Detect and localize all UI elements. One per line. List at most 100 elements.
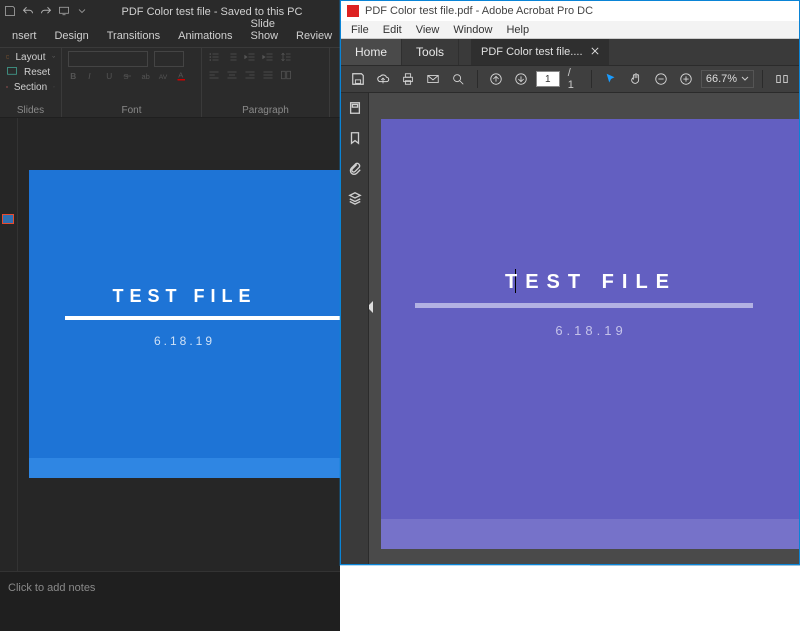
page-number-input[interactable] [536, 71, 560, 87]
strike-icon[interactable]: S [122, 70, 134, 85]
bullets-icon[interactable] [208, 51, 220, 66]
hand-tool-icon[interactable] [626, 68, 647, 90]
page-date: 6.18.19 [381, 323, 799, 338]
tab-design[interactable]: Design [46, 26, 96, 47]
font-name-combo[interactable] [68, 51, 148, 67]
redo-icon[interactable] [40, 5, 52, 20]
notes-placeholder: Click to add notes [8, 582, 95, 594]
reset-label: Reset [24, 67, 50, 78]
svg-text:I: I [88, 72, 91, 81]
align-right-icon[interactable] [244, 69, 256, 84]
start-slideshow-icon[interactable] [58, 5, 70, 20]
paragraph-group-label: Paragraph [208, 103, 323, 116]
menu-view[interactable]: View [410, 23, 446, 37]
page-title: TEST FILE [381, 271, 799, 294]
slide-band [29, 458, 340, 478]
columns-icon[interactable] [280, 69, 292, 84]
tab-insert[interactable]: nsert [4, 26, 44, 47]
svg-text:ab: ab [142, 72, 150, 81]
slide-title: TEST FILE [29, 286, 340, 307]
layers-panel-icon[interactable] [346, 189, 364, 207]
align-left-icon[interactable] [208, 69, 220, 84]
reset-button[interactable]: Reset [6, 66, 55, 78]
tab-review[interactable]: Review [288, 26, 340, 47]
ribbon-group-font: B I U S ab AV A Font [62, 48, 202, 117]
line-spacing-icon[interactable] [280, 51, 292, 66]
align-center-icon[interactable] [226, 69, 238, 84]
cloud-share-icon[interactable] [372, 68, 393, 90]
font-size-combo[interactable] [154, 51, 184, 67]
save-icon[interactable] [4, 5, 16, 20]
undo-icon[interactable] [22, 5, 34, 20]
svg-text:B: B [70, 72, 76, 81]
svg-text:AV: AV [159, 74, 168, 81]
italic-icon[interactable]: I [86, 70, 98, 85]
tab-transitions[interactable]: Transitions [99, 26, 168, 47]
sidebar-collapse-icon[interactable] [369, 301, 373, 313]
separator [477, 70, 478, 88]
char-spacing-icon[interactable]: AV [158, 70, 170, 85]
ppt-ribbon: Layout Reset Section Slides [0, 48, 340, 118]
email-icon[interactable] [422, 68, 443, 90]
tab-slide-show[interactable]: Slide Show [243, 14, 287, 47]
zoom-in-icon[interactable] [676, 68, 697, 90]
tab-home[interactable]: Home [341, 39, 402, 65]
prev-page-icon[interactable] [486, 68, 507, 90]
ppt-slide[interactable]: TEST FILE 6.18.19 [29, 170, 340, 478]
acr-page[interactable]: TEST FILE 6.18.19 [381, 119, 799, 549]
layout-button[interactable]: Layout [6, 51, 55, 63]
next-page-icon[interactable] [511, 68, 532, 90]
bookmarks-panel-icon[interactable] [346, 129, 364, 147]
zoom-combo[interactable]: 66.7% [701, 70, 754, 88]
search-icon[interactable] [447, 68, 468, 90]
ppt-thumbnail-pane[interactable] [0, 118, 18, 571]
svg-text:U: U [106, 72, 112, 81]
print-icon[interactable] [397, 68, 418, 90]
menu-file[interactable]: File [345, 23, 375, 37]
acr-body: TEST FILE 6.18.19 [341, 93, 799, 564]
tab-close-icon[interactable] [591, 46, 599, 58]
zoom-out-icon[interactable] [651, 68, 672, 90]
menu-edit[interactable]: Edit [377, 23, 408, 37]
selection-tool-icon[interactable] [600, 68, 621, 90]
zoom-value: 66.7% [706, 73, 737, 85]
acr-menubar: File Edit View Window Help [341, 21, 799, 39]
text-shadow-icon[interactable]: ab [140, 70, 152, 85]
pdf-app-icon [347, 5, 359, 17]
menu-help[interactable]: Help [500, 23, 535, 37]
numbering-icon[interactable] [226, 51, 238, 66]
separator [591, 70, 592, 88]
section-label: Section [14, 82, 47, 93]
ribbon-group-slides: Layout Reset Section Slides [0, 48, 62, 117]
tab-tools[interactable]: Tools [402, 39, 459, 65]
acr-toolbar: / 1 66.7% [341, 65, 799, 93]
ribbon-group-paragraph: Paragraph [202, 48, 330, 117]
svg-text:S: S [124, 72, 129, 81]
ppt-ribbon-tabs: nsert Design Transitions Animations Slid… [0, 24, 340, 48]
qat-more-icon[interactable] [76, 5, 88, 20]
bold-icon[interactable]: B [68, 70, 80, 85]
svg-text:A: A [178, 71, 183, 80]
justify-icon[interactable] [262, 69, 274, 84]
tab-animations[interactable]: Animations [170, 26, 240, 47]
ppt-notes-pane[interactable]: Click to add notes [0, 571, 340, 631]
font-group-label: Font [68, 103, 195, 116]
increase-indent-icon[interactable] [262, 51, 274, 66]
ppt-window-title: PDF Color test file - Saved to this PC [88, 6, 336, 18]
save-icon[interactable] [347, 68, 368, 90]
fit-width-icon[interactable] [771, 68, 793, 90]
ppt-canvas[interactable]: TEST FILE 6.18.19 [18, 118, 340, 571]
menu-window[interactable]: Window [447, 23, 498, 37]
font-color-icon[interactable]: A [176, 70, 188, 85]
decrease-indent-icon[interactable] [244, 51, 256, 66]
tab-document[interactable]: PDF Color test file.... [471, 39, 608, 65]
acr-canvas[interactable]: TEST FILE 6.18.19 [369, 93, 799, 564]
section-button[interactable]: Section [6, 81, 55, 93]
attachments-panel-icon[interactable] [346, 159, 364, 177]
layout-label: Layout [15, 52, 45, 63]
underline-icon[interactable]: U [104, 70, 116, 85]
slide-thumbnail-1[interactable] [2, 214, 14, 224]
page-rule [415, 303, 753, 308]
acr-nav-pane [341, 93, 369, 564]
thumbnails-panel-icon[interactable] [346, 99, 364, 117]
